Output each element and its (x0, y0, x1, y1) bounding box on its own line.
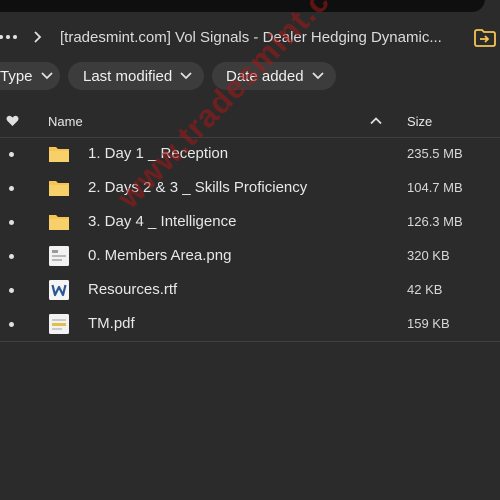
filter-type-label: Type (0, 67, 33, 85)
row-dot (9, 152, 14, 157)
folder-icon (49, 181, 69, 196)
chevron-down-icon (311, 72, 324, 80)
filter-type-chip[interactable]: Type (0, 62, 60, 90)
image-file-icon (49, 246, 69, 266)
filter-last-modified-chip[interactable]: Last modified (68, 62, 204, 90)
file-size: 42 KB (407, 282, 443, 297)
search-bar[interactable] (0, 0, 485, 12)
table-row[interactable]: 0. Members Area.png 320 KB (0, 239, 500, 273)
column-name-header[interactable]: Name (48, 114, 83, 129)
column-size-header[interactable]: Size (407, 114, 432, 129)
file-size: 320 KB (407, 248, 450, 263)
top-bar (0, 0, 500, 12)
row-dot (9, 220, 14, 225)
sort-ascending-icon[interactable] (370, 116, 382, 125)
folder-icon (49, 147, 69, 162)
chevron-down-icon (40, 72, 53, 80)
chevron-right-icon (34, 31, 42, 43)
breadcrumb-current-folder[interactable]: [tradesmint.com] Vol Signals - Dealer He… (60, 29, 442, 46)
file-name: 2. Days 2 & 3 _ Skills Proficiency (88, 179, 308, 196)
table-row[interactable]: 1. Day 1 _ Reception 235.5 MB (0, 137, 500, 171)
table-row[interactable]: Resources.rtf 42 KB (0, 273, 500, 307)
row-dot (9, 186, 14, 191)
column-header: Name Size (0, 106, 500, 136)
open-folder-icon[interactable] (474, 29, 496, 47)
table-row[interactable]: 2. Days 2 & 3 _ Skills Proficiency 104.7… (0, 171, 500, 205)
file-name: Resources.rtf (88, 281, 178, 298)
table-row[interactable]: TM.pdf 159 KB (0, 307, 500, 341)
file-size: 104.7 MB (407, 180, 463, 195)
file-size: 159 KB (407, 316, 450, 331)
folder-icon (49, 215, 69, 230)
filter-date-added-chip[interactable]: Date added (212, 62, 336, 90)
file-size: 126.3 MB (407, 214, 463, 229)
chevron-down-icon (180, 72, 192, 80)
filter-date-added-label: Date added (226, 67, 304, 85)
table-row[interactable]: 3. Day 4 _ Intelligence 126.3 MB (0, 205, 500, 239)
list-end-divider (0, 341, 500, 342)
row-dot (9, 322, 14, 327)
file-name: 0. Members Area.png (88, 247, 232, 264)
file-name: 3. Day 4 _ Intelligence (88, 213, 237, 230)
filter-last-modified-label: Last modified (83, 67, 173, 85)
word-file-icon (49, 280, 69, 300)
row-dot (9, 288, 14, 293)
file-size: 235.5 MB (407, 146, 463, 161)
heart-icon[interactable] (6, 115, 19, 127)
more-options-icon[interactable] (0, 30, 20, 44)
file-name: 1. Day 1 _ Reception (88, 145, 229, 162)
pdf-file-icon (49, 314, 69, 334)
file-name: TM.pdf (88, 315, 135, 332)
row-dot (9, 254, 14, 259)
